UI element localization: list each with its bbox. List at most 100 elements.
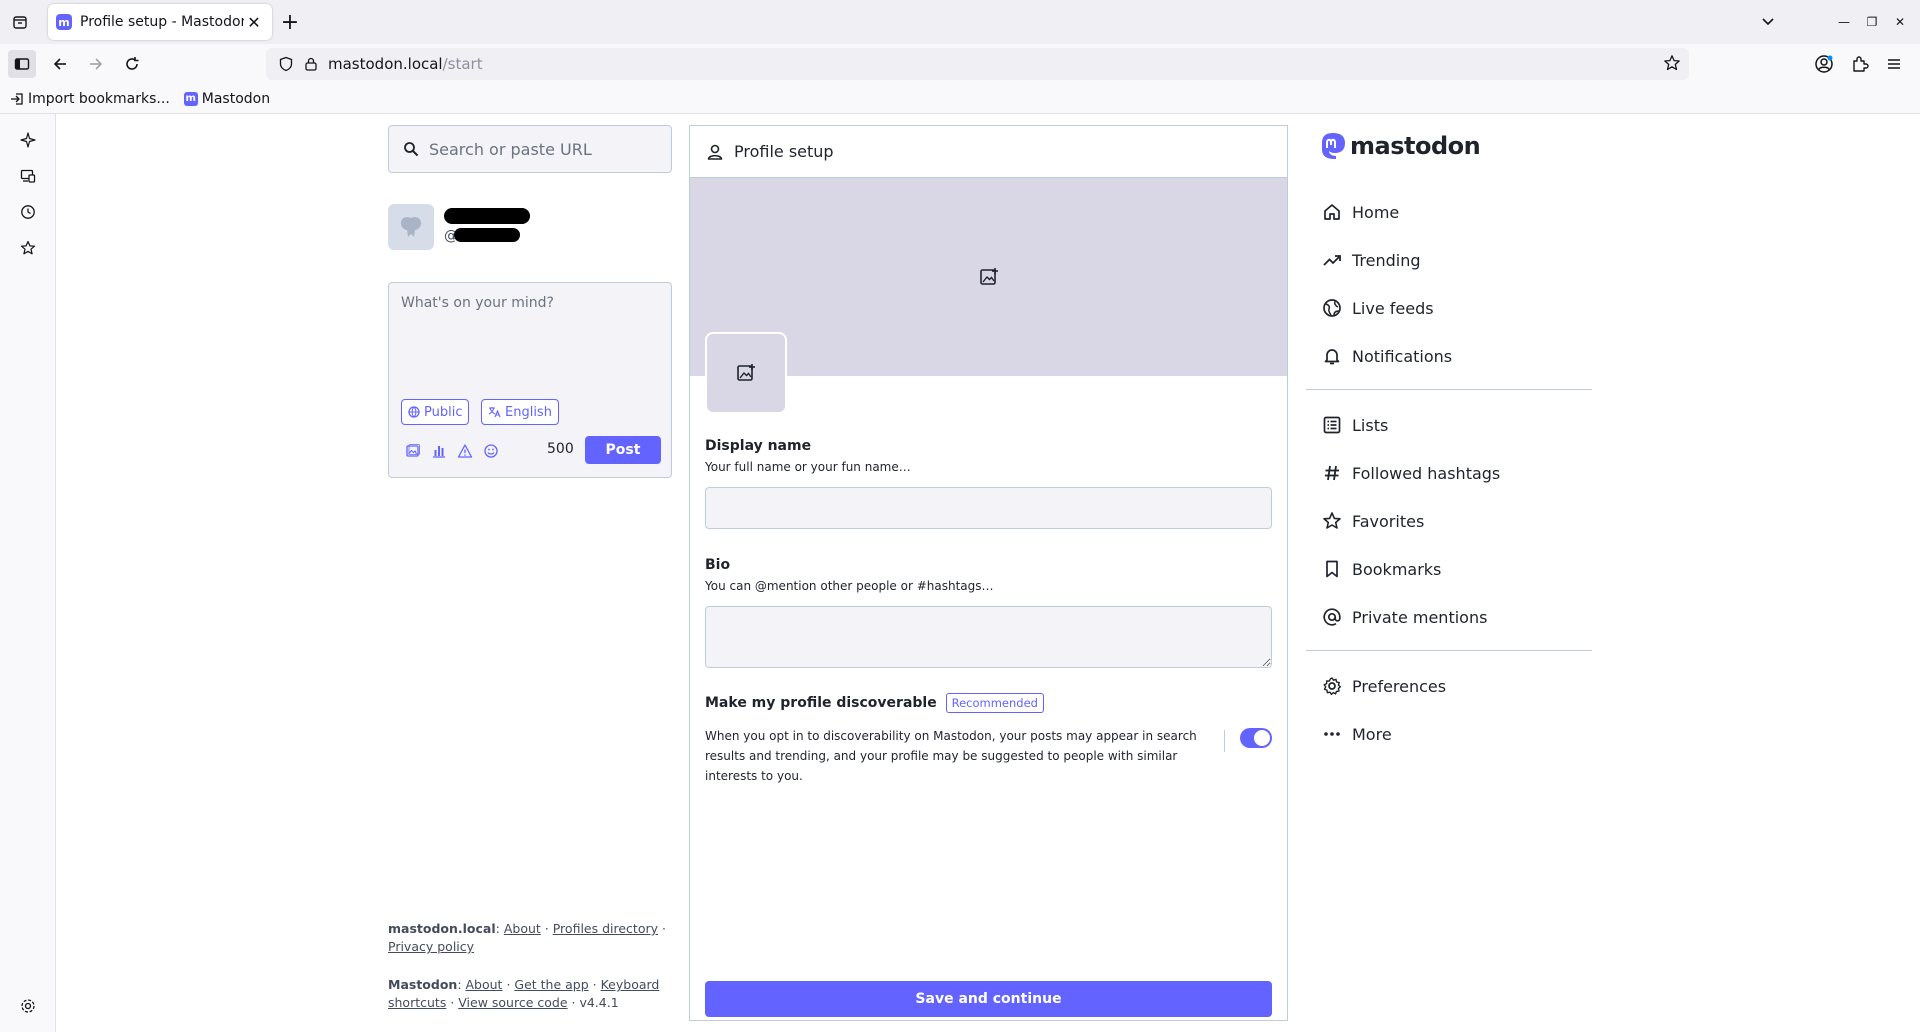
nav-item-home[interactable]: Home xyxy=(1320,194,1399,230)
search-icon xyxy=(403,141,419,157)
bookmark-mastodon[interactable]: m Mastodon xyxy=(183,91,270,107)
nav-item-more-label: More xyxy=(1352,724,1392,744)
lock-icon[interactable] xyxy=(304,56,318,72)
sidebar-settings-gear-icon[interactable] xyxy=(16,994,40,1018)
nav-item-more[interactable]: More xyxy=(1320,716,1392,752)
sidebar-toggle-icon[interactable] xyxy=(8,50,36,78)
nav-item-live-feeds[interactable]: Live feeds xyxy=(1320,290,1434,326)
url-bar[interactable]: mastodon.local/start xyxy=(266,48,1689,80)
get-the-app-link[interactable]: Get the app xyxy=(514,977,588,992)
back-arrow-icon[interactable] xyxy=(46,50,74,78)
save-and-continue-button[interactable]: Save and continue xyxy=(705,981,1272,1017)
ai-chatbot-sparkle-icon[interactable] xyxy=(16,128,40,152)
minimize-window-button[interactable]: — xyxy=(1834,12,1854,32)
nav-item-preferences[interactable]: Preferences xyxy=(1320,668,1446,704)
privacy-policy-link[interactable]: Privacy policy xyxy=(388,939,474,954)
tracking-protection-shield-icon[interactable] xyxy=(278,56,294,72)
extensions-puzzle-icon[interactable] xyxy=(1848,52,1872,76)
more-icon xyxy=(1320,722,1344,746)
avatar[interactable] xyxy=(388,204,434,250)
compose-form: Public English 500 Post xyxy=(388,282,672,478)
mastodon-logo[interactable]: mastodon xyxy=(1318,130,1481,162)
footer-links: mastodon.local: About · Profiles directo… xyxy=(388,920,688,1032)
nav-item-followed-hashtags[interactable]: Followed hashtags xyxy=(1320,455,1500,491)
add-photo-icon xyxy=(979,267,999,287)
character-counter: 500 xyxy=(547,441,574,457)
nav-item-lists[interactable]: Lists xyxy=(1320,407,1388,443)
url-host: mastodon.local xyxy=(328,55,443,73)
reload-icon[interactable] xyxy=(118,50,146,78)
translate-icon xyxy=(488,406,501,418)
bio-label: Bio xyxy=(705,557,731,573)
mastodon-favicon-icon: m xyxy=(183,91,198,106)
nav-item-favorites[interactable]: Favorites xyxy=(1320,503,1424,539)
nav-item-bookmarks[interactable]: Bookmarks xyxy=(1320,551,1441,587)
restore-window-button[interactable]: ❐ xyxy=(1862,12,1882,32)
version-label: v4.4.1 xyxy=(579,995,619,1010)
import-icon xyxy=(10,92,24,106)
nav-item-trending[interactable]: Trending xyxy=(1320,242,1421,278)
app-about-link[interactable]: About xyxy=(466,977,503,992)
nav-item-favorites-label: Favorites xyxy=(1352,511,1425,531)
home-icon xyxy=(1320,200,1344,224)
bookmarks-toolbar: Import bookmarks... m Mastodon xyxy=(0,84,1920,114)
mastodon-favicon-icon: m xyxy=(56,14,72,30)
emoji-icon[interactable] xyxy=(479,439,503,463)
mastodon-wordmark: mastodon xyxy=(1350,132,1481,160)
forward-arrow-icon[interactable] xyxy=(82,50,110,78)
language-button[interactable]: English xyxy=(481,399,559,425)
server-footer: mastodon.local: About · Profiles directo… xyxy=(388,921,666,954)
add-media-icon[interactable] xyxy=(401,439,425,463)
nav-divider xyxy=(1306,389,1592,390)
current-account[interactable]: @ xyxy=(388,204,534,250)
display-name-hint: Your full name or your fun name… xyxy=(705,460,911,474)
browser-tab-active[interactable]: m Profile setup - Mastodon ✕ xyxy=(48,4,272,40)
visibility-button[interactable]: Public xyxy=(401,399,470,425)
bookmark-import-label: Import bookmarks... xyxy=(28,90,170,107)
display-name-field[interactable] xyxy=(705,487,1272,529)
hamburger-menu-icon[interactable] xyxy=(1882,52,1906,76)
bio-field[interactable] xyxy=(705,606,1272,668)
tab-close-icon[interactable]: ✕ xyxy=(244,12,264,32)
nav-item-live-feeds-label: Live feeds xyxy=(1352,298,1434,318)
bookmark-star-icon[interactable] xyxy=(1663,54,1681,72)
url-path: /start xyxy=(442,55,483,73)
tab-overflow-chevron-icon[interactable] xyxy=(1758,12,1778,32)
compose-textarea[interactable] xyxy=(389,283,671,383)
nav-item-bookmarks-label: Bookmarks xyxy=(1352,559,1442,579)
redacted-handle xyxy=(454,228,520,242)
account-icon[interactable] xyxy=(1812,52,1836,76)
server-name: mastodon.local xyxy=(388,921,496,936)
server-about-link[interactable]: About xyxy=(504,921,541,936)
profile-setup-column: Profile setup Display name Your full nam… xyxy=(689,125,1288,1021)
bookmarks-star-icon[interactable] xyxy=(16,236,40,260)
view-source-code-link[interactable]: View source code xyxy=(458,995,567,1010)
globe-icon xyxy=(408,406,420,418)
history-clock-icon[interactable] xyxy=(16,200,40,224)
url-text[interactable]: mastodon.local/start xyxy=(328,55,483,73)
nav-item-preferences-label: Preferences xyxy=(1352,676,1447,696)
discoverable-toggle[interactable] xyxy=(1240,728,1272,748)
nav-item-notifications[interactable]: Notifications xyxy=(1320,338,1452,374)
bookmark-import[interactable]: Import bookmarks... xyxy=(10,91,170,107)
content-warning-icon[interactable] xyxy=(453,439,477,463)
search-input[interactable] xyxy=(429,139,659,159)
globe-icon xyxy=(1320,296,1344,320)
person-icon xyxy=(706,143,724,161)
nav-item-home-label: Home xyxy=(1352,202,1400,222)
post-button[interactable]: Post xyxy=(585,436,661,464)
close-window-button[interactable]: ✕ xyxy=(1890,12,1910,32)
synced-tabs-icon[interactable] xyxy=(16,164,40,188)
avatar-upload[interactable] xyxy=(705,332,787,414)
poll-chart-icon[interactable] xyxy=(427,439,451,463)
recommended-badge: Recommended xyxy=(945,693,1044,713)
nav-item-private-mentions[interactable]: Private mentions xyxy=(1320,599,1487,635)
search-box[interactable] xyxy=(388,125,672,173)
profiles-directory-link[interactable]: Profiles directory xyxy=(553,921,658,936)
visibility-label: Public xyxy=(424,404,463,420)
app-footer: Mastodon: About · Get the app · Keyboard… xyxy=(388,977,660,1010)
new-tab-button[interactable]: + xyxy=(278,10,302,35)
tab-list-icon[interactable] xyxy=(8,10,32,34)
nav-item-trending-label: Trending xyxy=(1352,250,1421,270)
browser-tab-bar: m Profile setup - Mastodon ✕ + — ❐ ✕ xyxy=(0,0,1920,44)
